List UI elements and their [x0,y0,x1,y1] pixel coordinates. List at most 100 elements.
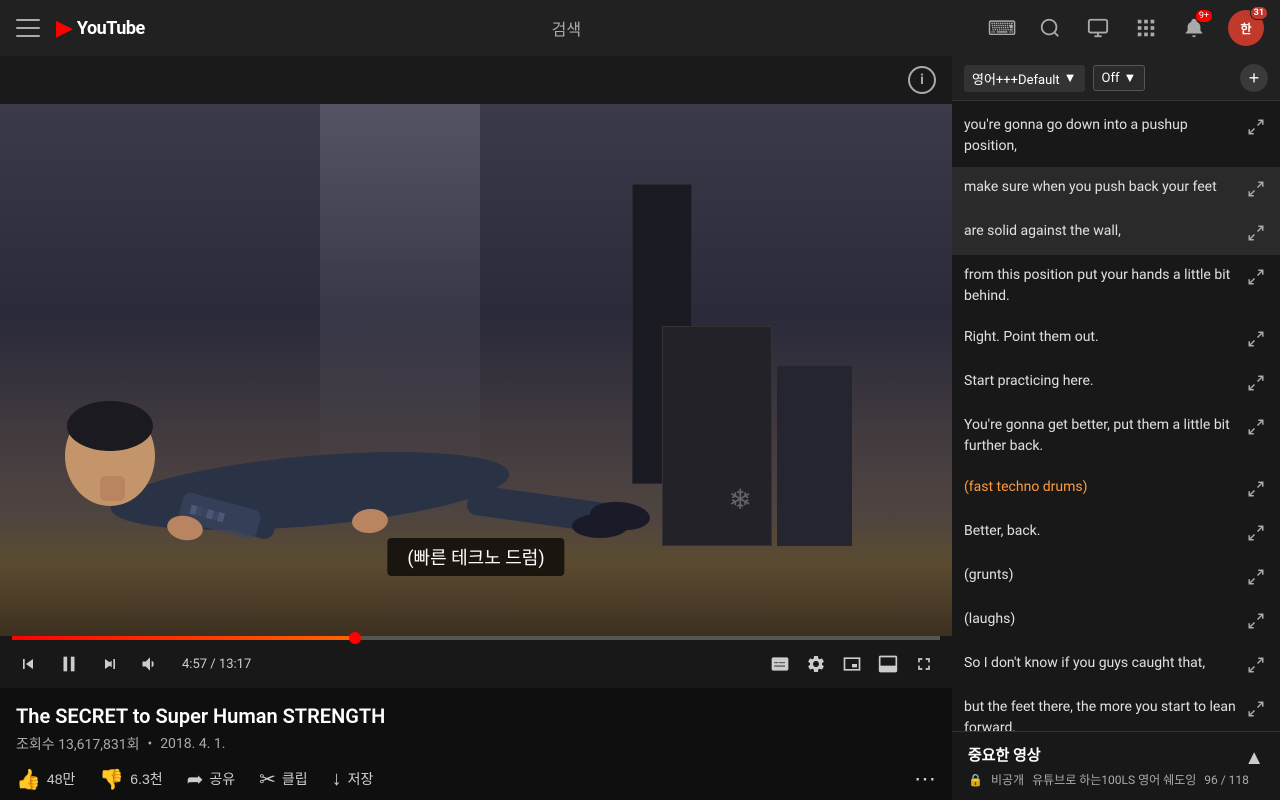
transcript-text: So I don't know if you guys caught that, [964,653,1236,674]
theater-mode-button[interactable] [872,650,904,678]
transcript-item[interactable]: Start practicing here. [952,361,1280,405]
save-icon: ↓ [332,768,342,791]
skip-to-start-button[interactable] [12,650,44,678]
transcript-item[interactable]: Better, back. [952,511,1280,555]
play-pause-button[interactable] [52,649,86,679]
transcript-expand-button[interactable] [1244,521,1268,545]
transcript-text: make sure when you push back your feet [964,177,1236,198]
transcript-item[interactable]: make sure when you push back your feet [952,167,1280,211]
collapse-button[interactable]: ▲ [1244,745,1264,770]
off-dropdown[interactable]: Off ▼ [1093,65,1146,91]
dropdown-arrow: ▼ [1064,70,1077,86]
transcript-text: Right. Point them out. [964,327,1236,348]
keyboard-icon[interactable]: ⌨ [988,14,1016,42]
dislike-icon: 👎 [99,767,124,792]
cast-icon[interactable] [1084,14,1112,42]
transcript-item[interactable]: Right. Point them out. [952,317,1280,361]
save-label: 저장 [348,769,374,789]
important-title-text: 중요한 영상 [968,744,1041,765]
subtitles-button[interactable] [764,650,796,678]
transcript-text: are solid against the wall, [964,221,1236,242]
bottom-right-panel: 중요한 영상 ▲ 🔒 비공개 유튜브로 하는100LS 영어 쉐도잉 96 / … [952,731,1280,800]
transcript-text: (grunts) [964,565,1236,586]
transcript-item[interactable]: So I don't know if you guys caught that, [952,643,1280,687]
top-navigation: ▶ YouTube 검색 ⌨ 9+ 한 31 [0,0,1280,56]
transcript-item[interactable]: (grunts) [952,555,1280,599]
search-icon[interactable] [1036,14,1064,42]
watermark: ❄ [729,483,752,516]
transcript-expand-button[interactable] [1244,415,1268,439]
transcript-text: from this position put your hands a litt… [964,265,1236,307]
equipment-silhouette-2 [662,326,772,546]
transcript-expand-button[interactable] [1244,327,1268,351]
info-icon[interactable]: i [908,66,936,94]
like-button[interactable]: 👍 48만 [16,767,75,792]
search-text[interactable]: 검색 [552,16,581,40]
important-video-title: 중요한 영상 [968,744,1041,765]
video-background: ▓▒░▓▒▓ ❄ (빠른 테크노 드럼) [0,104,952,636]
transcript-item[interactable]: but the feet there, the more you start t… [952,687,1280,731]
notifications-icon[interactable]: 9+ [1180,14,1208,42]
transcript-expand-button[interactable] [1244,177,1268,201]
apps-icon[interactable] [1132,14,1160,42]
youtube-logo[interactable]: ▶ YouTube [56,16,145,41]
player-controls: 4:57 / 13:17 [0,636,952,688]
upload-date: 2018. 4. 1. [160,736,225,752]
nav-right: ⌨ 9+ 한 31 [988,10,1264,46]
like-icon: 👍 [16,767,41,792]
transcript-expand-button[interactable] [1244,221,1268,245]
video-subtitle: (빠른 테크노 드럼) [387,538,564,576]
transcript-expand-button[interactable] [1244,477,1268,501]
view-count: 조회수 13,617,831회 [16,734,139,754]
ctrl-right [764,650,940,678]
user-avatar[interactable]: 한 31 [1228,10,1264,46]
language-label: 영어+++Default [972,69,1060,88]
progress-bar-fill [12,636,355,640]
transcript-expand-button[interactable] [1244,115,1268,139]
transcript-item[interactable]: from this position put your hands a litt… [952,255,1280,317]
transcript-item[interactable]: are solid against the wall, [952,211,1280,255]
dislike-button[interactable]: 👎 6.3천 [99,767,162,792]
transcript-text: Better, back. [964,521,1236,542]
skip-next-button[interactable] [94,650,126,678]
pushup-person: ▓▒░▓▒▓ [30,336,670,556]
save-button[interactable]: ↓ 저장 [332,768,374,791]
fullscreen-button[interactable] [908,650,940,678]
youtube-logo-text: YouTube [77,18,145,39]
video-section: i [0,56,952,800]
share-icon: ➦ [187,767,204,792]
more-options-button[interactable]: ⋯ [914,766,936,792]
language-dropdown[interactable]: 영어+++Default ▼ [964,65,1085,92]
share-label: 공유 [209,769,235,789]
share-button[interactable]: ➦ 공유 [187,767,236,792]
main-content: i [0,0,1280,800]
transcript-item[interactable]: you're gonna go down into a pushup posit… [952,105,1280,167]
time-display: 4:57 / 13:17 [182,657,251,672]
transcript-item[interactable]: (fast techno drums) [952,467,1280,511]
below-video: The SECRET to Super Human STRENGTH 조회수 1… [0,688,952,800]
settings-button[interactable] [800,650,832,678]
transcript-expand-button[interactable] [1244,565,1268,589]
transcript-expand-button[interactable] [1244,697,1268,721]
caption-controls: 영어+++Default ▼ Off ▼ + [952,56,1280,101]
video-player: ▓▒░▓▒▓ ❄ (빠른 테크노 드럼) [0,104,952,636]
transcript-expand-button[interactable] [1244,371,1268,395]
miniplayer-button[interactable] [836,650,868,678]
channel-label: 유튜브로 하는100LS 영어 쉐도잉 [1032,771,1196,788]
transcript-text: Start practicing here. [964,371,1236,392]
important-meta: 🔒 비공개 유튜브로 하는100LS 영어 쉐도잉 96 / 118 [968,771,1264,788]
hamburger-menu[interactable] [16,16,40,40]
nav-left: ▶ YouTube [16,16,145,41]
add-caption-button[interactable]: + [1240,64,1268,92]
transcript-expand-button[interactable] [1244,653,1268,677]
video-title: The SECRET to Super Human STRENGTH [16,704,936,728]
progress-bar[interactable] [12,636,940,640]
transcript-expand-button[interactable] [1244,609,1268,633]
transcript-item[interactable]: (laughs) [952,599,1280,643]
actions-row: 👍 48만 👎 6.3천 ➦ 공유 ✂ 클립 ↓ 저장 [16,766,936,792]
clip-button[interactable]: ✂ 클립 [259,767,308,792]
transcript-item[interactable]: You're gonna get better, put them a litt… [952,405,1280,467]
progress-thumb [349,632,361,644]
volume-button[interactable] [134,650,166,678]
transcript-expand-button[interactable] [1244,265,1268,289]
